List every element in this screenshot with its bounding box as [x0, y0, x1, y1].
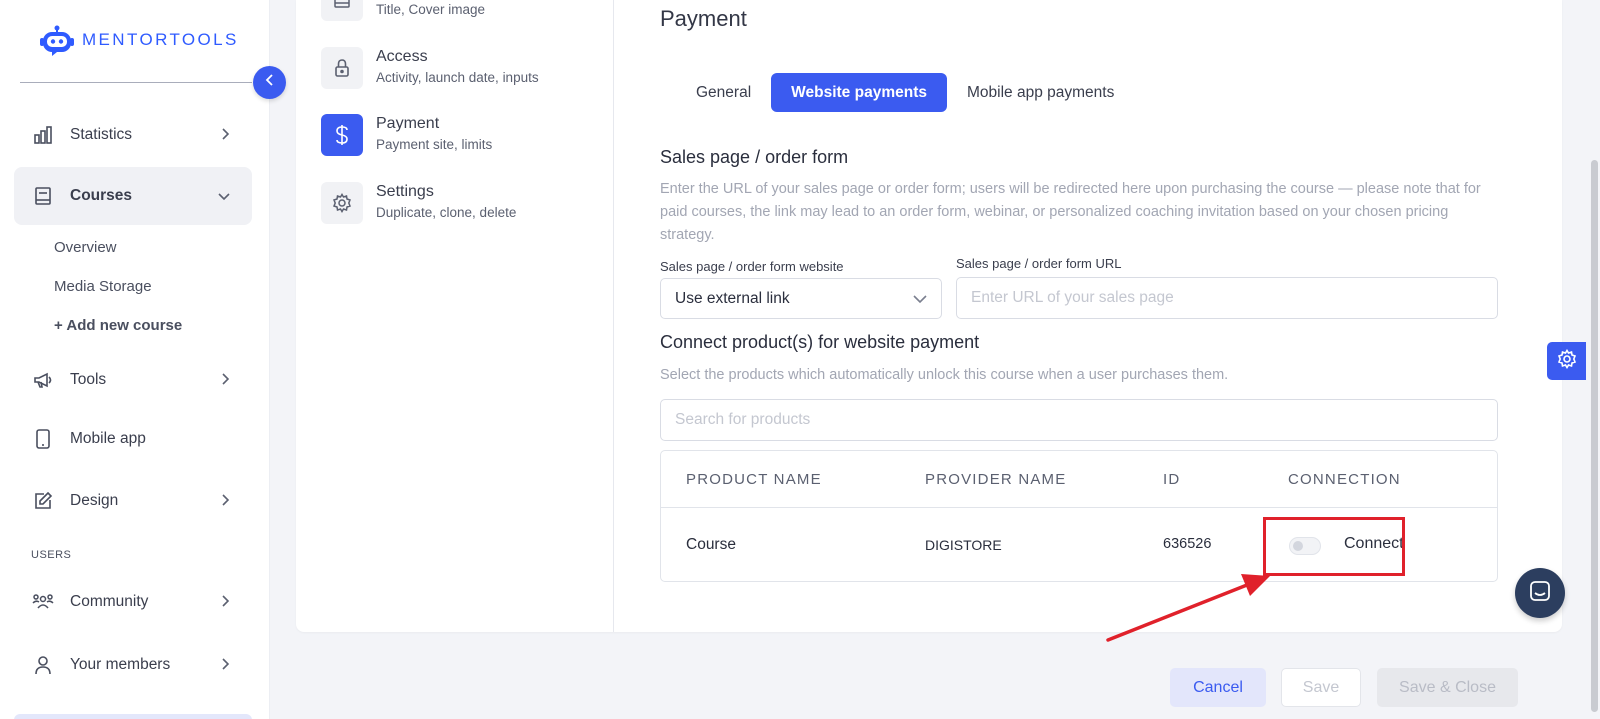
step-subtitle: Duplicate, clone, delete	[376, 205, 517, 220]
sales-url-input[interactable]: Enter URL of your sales page	[956, 277, 1498, 319]
chevron-right-icon	[220, 657, 230, 673]
step-settings[interactable]: Settings Duplicate, clone, delete	[321, 182, 611, 226]
collapse-sidebar-button[interactable]	[253, 66, 286, 99]
tab-general[interactable]: General	[676, 73, 771, 112]
sidebar-item-label: Mobile app	[70, 430, 146, 447]
sidebar-item-label: Your members	[70, 656, 171, 673]
tab-website-payments[interactable]: Website payments	[771, 73, 947, 112]
step-subtitle: Title, Cover image	[376, 2, 486, 17]
sidebar-item-label: Statistics	[70, 126, 133, 143]
cancel-button[interactable]: Cancel	[1170, 668, 1266, 707]
step-subtitle: Payment site, limits	[376, 137, 493, 152]
provider-name-cell: DIGISTORE	[925, 537, 1002, 553]
sidebar: MENTORTOOLS Statistics Courses Overview …	[0, 0, 270, 719]
step-title: Access	[376, 48, 428, 65]
dollar-icon	[321, 114, 363, 156]
chat-launcher-button[interactable]	[1515, 568, 1565, 618]
sidebar-subitem-media-storage[interactable]: Media Storage	[54, 278, 152, 295]
gear-icon	[321, 182, 363, 224]
add-new-course-link[interactable]: + Add new course	[54, 317, 182, 334]
product-search-input[interactable]: Search for products	[660, 399, 1498, 441]
chevron-down-icon	[913, 291, 927, 309]
phone-icon	[32, 428, 54, 450]
connect-highlight-box	[1263, 517, 1405, 576]
save-button[interactable]: Save	[1281, 668, 1361, 707]
sales-website-select[interactable]: Use external link	[660, 278, 942, 319]
sidebar-item-mobile-app[interactable]: Mobile app	[14, 410, 252, 468]
lock-icon	[321, 47, 363, 89]
tab-mobile-app-payments[interactable]: Mobile app payments	[947, 73, 1134, 112]
sidebar-item-label: Tools	[70, 371, 107, 388]
bar-chart-icon	[32, 124, 54, 146]
chevron-down-icon	[218, 188, 230, 204]
sidebar-section-users: USERS	[31, 549, 72, 561]
pencil-icon	[32, 490, 54, 512]
sidebar-item-label: Courses	[70, 187, 133, 204]
sidebar-item-label: Design	[70, 492, 119, 509]
step-list: Title, Cover image Access Activity, laun…	[296, 0, 614, 632]
table-header-divider	[661, 507, 1497, 508]
step-payment[interactable]: Payment Payment site, limits	[321, 114, 611, 158]
save-and-close-button[interactable]: Save & Close	[1377, 668, 1518, 707]
book-icon	[32, 185, 54, 207]
scrollbar-thumb[interactable]	[1591, 160, 1598, 712]
megaphone-icon	[32, 369, 54, 391]
payment-content: Payment General Website payments Mobile …	[614, 0, 1562, 632]
step-access[interactable]: Access Activity, launch date, inputs	[321, 47, 611, 91]
product-name-cell: Course	[686, 536, 736, 553]
column-header-provider-name: PROVIDER NAME	[925, 471, 1067, 488]
people-icon	[32, 591, 54, 613]
sales-page-title: Sales page / order form	[660, 147, 849, 167]
sidebar-item-tools[interactable]: Tools	[14, 351, 252, 409]
gear-icon	[1557, 348, 1577, 374]
sidebar-bottom-item[interactable]	[14, 714, 252, 719]
sidebar-item-community[interactable]: Community	[14, 573, 252, 631]
sales-url-label: Sales page / order form URL	[956, 256, 1122, 271]
page-title: Payment	[660, 6, 747, 31]
logo[interactable]: MENTORTOOLS	[40, 24, 239, 56]
settings-float-button[interactable]	[1547, 342, 1586, 380]
chevron-right-icon	[220, 493, 230, 509]
sales-website-value: Use external link	[675, 289, 790, 307]
sidebar-divider	[20, 82, 252, 83]
chevron-right-icon	[220, 127, 230, 143]
chat-icon	[1529, 580, 1551, 607]
robot-logo-icon	[40, 24, 74, 56]
chevron-right-icon	[220, 372, 230, 388]
step-title: Payment	[376, 115, 440, 132]
chevron-right-icon	[220, 594, 230, 610]
chevron-left-icon	[265, 73, 275, 92]
sidebar-item-your-members[interactable]: Your members	[14, 636, 252, 694]
step-basics[interactable]: Title, Cover image	[321, 0, 611, 23]
column-header-id: ID	[1163, 471, 1181, 488]
logo-text: MENTORTOOLS	[82, 30, 239, 49]
connect-products-title: Connect product(s) for website payment	[660, 332, 980, 352]
sidebar-item-courses[interactable]: Courses	[14, 167, 252, 225]
connect-products-description: Select the products which automatically …	[660, 367, 1229, 383]
payment-tabs: General Website payments Mobile app paym…	[676, 73, 1134, 112]
sales-website-label: Sales page / order form website	[660, 259, 844, 274]
column-header-product-name: PRODUCT NAME	[686, 471, 822, 488]
sidebar-item-label: Community	[70, 593, 149, 610]
step-title: Settings	[376, 183, 434, 200]
sidebar-item-design[interactable]: Design	[14, 472, 252, 530]
sidebar-subitem-overview[interactable]: Overview	[54, 239, 117, 256]
column-header-connection: CONNECTION	[1288, 471, 1401, 488]
product-id-cell: 636526	[1163, 536, 1212, 552]
step-subtitle: Activity, launch date, inputs	[376, 70, 539, 85]
image-icon	[321, 0, 363, 21]
course-editor-card: Title, Cover image Access Activity, laun…	[296, 0, 1562, 632]
products-table: PRODUCT NAME PROVIDER NAME ID CONNECTION…	[660, 450, 1498, 582]
sales-page-description: Enter the URL of your sales page or orde…	[660, 181, 1481, 243]
user-icon	[32, 654, 54, 676]
sidebar-item-statistics[interactable]: Statistics	[14, 106, 252, 164]
